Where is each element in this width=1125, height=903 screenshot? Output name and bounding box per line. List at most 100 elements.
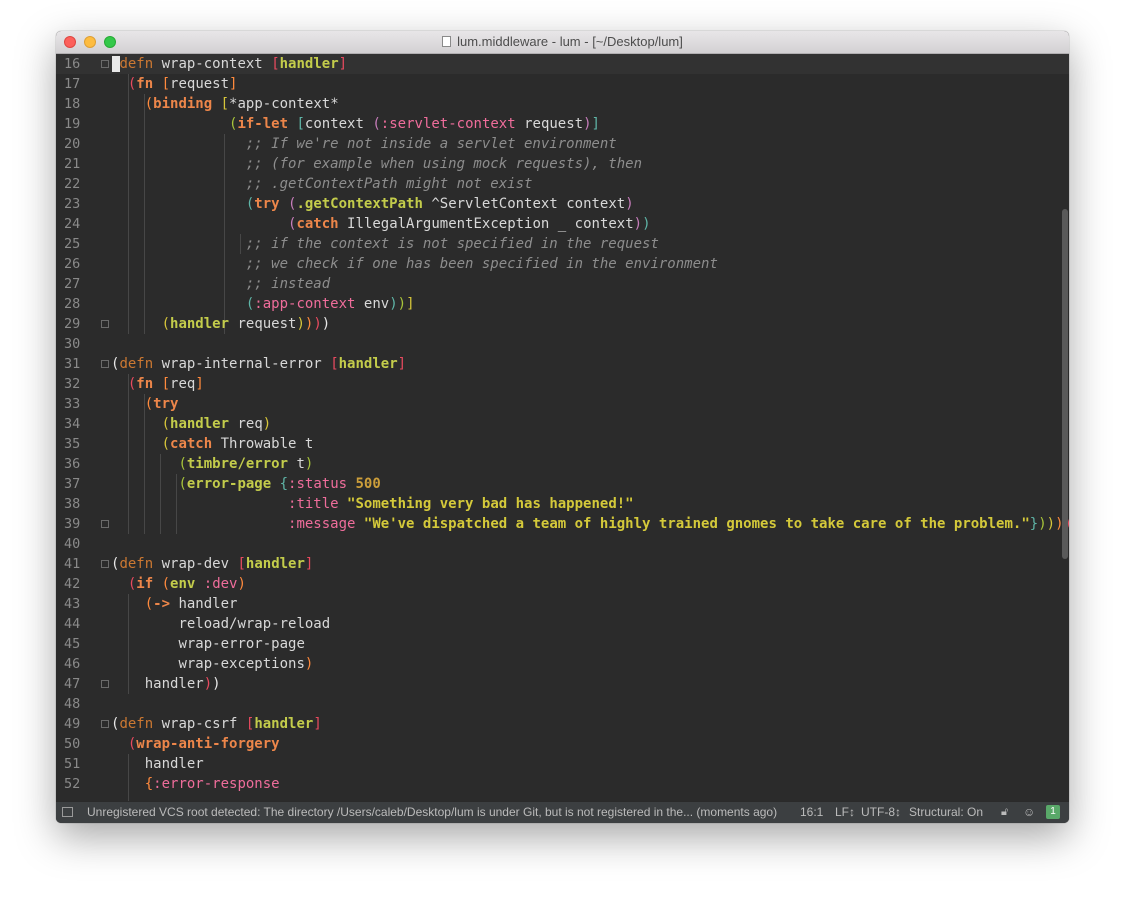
code-line[interactable]: 21 ;; (for example when using mock reque… [56, 154, 1069, 174]
line-number[interactable]: 51 [64, 754, 92, 774]
file-encoding[interactable]: UTF-8↕ [861, 802, 901, 823]
line-number[interactable]: 47 [64, 674, 92, 694]
code-line[interactable]: 46 wrap-exceptions) [56, 654, 1069, 674]
line-number[interactable]: 36 [64, 454, 92, 474]
line-number[interactable]: 32 [64, 374, 92, 394]
code-line[interactable]: 39 :message "We've dispatched a team of … [56, 514, 1069, 534]
code-line[interactable]: 29 (handler request)))) [56, 314, 1069, 334]
line-number[interactable]: 46 [64, 654, 92, 674]
code-line[interactable]: 35 (catch Throwable t [56, 434, 1069, 454]
code-line[interactable]: 25 ;; if the context is not specified in… [56, 234, 1069, 254]
code-text: ;; if the context is not specified in th… [245, 236, 659, 252]
line-number[interactable]: 33 [64, 394, 92, 414]
line-number[interactable]: 30 [64, 334, 92, 354]
lock-icon[interactable]: 🔓︎ [1001, 802, 1008, 823]
line-number[interactable]: 16 [64, 54, 92, 74]
line-number[interactable]: 49 [64, 714, 92, 734]
line-number[interactable]: 20 [64, 134, 92, 154]
fold-marker-icon[interactable] [101, 60, 109, 68]
line-number[interactable]: 40 [64, 534, 92, 554]
fold-marker-icon[interactable] [101, 360, 109, 368]
code-line[interactable]: 36 (timbre/error t) [56, 454, 1069, 474]
line-separator[interactable]: LF↕ [835, 802, 855, 823]
code-line[interactable]: 48 [56, 694, 1069, 714]
code-line[interactable]: 18 (binding [*app-context* [56, 94, 1069, 114]
structural-editing-toggle[interactable]: Structural: On [909, 802, 983, 823]
line-number[interactable]: 27 [64, 274, 92, 294]
code-line[interactable]: 52 {:error-response [56, 774, 1069, 794]
code-line[interactable]: 51 handler [56, 754, 1069, 774]
line-number[interactable]: 31 [64, 354, 92, 374]
line-number[interactable]: 25 [64, 234, 92, 254]
status-bar: Unregistered VCS root detected: The dire… [56, 801, 1069, 823]
code-line[interactable]: 19 (if-let [context (:servlet-context re… [56, 114, 1069, 134]
scrollbar-thumb[interactable] [1062, 209, 1068, 559]
code-line[interactable]: 49 (defn wrap-csrf [handler] [56, 714, 1069, 734]
tool-window-icon[interactable] [62, 807, 73, 817]
line-number[interactable]: 41 [64, 554, 92, 574]
code-text: handler)) [144, 676, 221, 692]
line-number[interactable]: 34 [64, 414, 92, 434]
line-number[interactable]: 37 [64, 474, 92, 494]
line-number[interactable]: 45 [64, 634, 92, 654]
line-number[interactable]: 17 [64, 74, 92, 94]
line-number[interactable]: 29 [64, 314, 92, 334]
code-line[interactable]: 27 ;; instead [56, 274, 1069, 294]
fold-marker-icon[interactable] [101, 680, 109, 688]
code-text: (timbre/error t) [178, 456, 314, 472]
code-line[interactable]: 37 (error-page {:status 500 [56, 474, 1069, 494]
code-line[interactable]: 41 (defn wrap-dev [handler] [56, 554, 1069, 574]
code-line[interactable]: 47 handler)) [56, 674, 1069, 694]
event-log-icon[interactable]: 1 [1046, 805, 1060, 819]
code-line[interactable]: 40 [56, 534, 1069, 554]
line-number[interactable]: 50 [64, 734, 92, 754]
code-line[interactable]: 38 :title "Something very bad has happen… [56, 494, 1069, 514]
code-line[interactable]: 26 ;; we check if one has been specified… [56, 254, 1069, 274]
line-number[interactable]: 48 [64, 694, 92, 714]
code-line[interactable]: 34 (handler req) [56, 414, 1069, 434]
code-line[interactable]: 20 ;; If we're not inside a servlet envi… [56, 134, 1069, 154]
code-text: (defn wrap-dev [handler] [111, 556, 314, 572]
code-line[interactable]: 16 (defn wrap-context [handler] [56, 54, 1069, 74]
code-line[interactable]: 43 (-> handler [56, 594, 1069, 614]
caret-position[interactable]: 16:1 [800, 802, 823, 823]
code-line[interactable]: 22 ;; .getContextPath might not exist [56, 174, 1069, 194]
line-number[interactable]: 44 [64, 614, 92, 634]
code-line[interactable]: 28 (:app-context env))] [56, 294, 1069, 314]
line-number[interactable]: 52 [64, 774, 92, 794]
line-number[interactable]: 18 [64, 94, 92, 114]
line-number[interactable]: 26 [64, 254, 92, 274]
code-editor[interactable]: ✔ 16(defn wrap-context [handler]17 (fn [… [56, 54, 1069, 802]
line-number[interactable]: 19 [64, 114, 92, 134]
line-number[interactable]: 28 [64, 294, 92, 314]
code-text: (fn [request] [127, 76, 238, 92]
code-line[interactable]: 17 (fn [request] [56, 74, 1069, 94]
line-number[interactable]: 43 [64, 594, 92, 614]
code-line[interactable]: 45 wrap-error-page [56, 634, 1069, 654]
editor-scrollbar[interactable] [1061, 54, 1069, 802]
line-number[interactable]: 21 [64, 154, 92, 174]
fold-marker-icon[interactable] [101, 720, 109, 728]
code-text: ;; .getContextPath might not exist [245, 176, 533, 192]
code-line[interactable]: 23 (try (.getContextPath ^ServletContext… [56, 194, 1069, 214]
code-line[interactable]: 31 (defn wrap-internal-error [handler] [56, 354, 1069, 374]
code-line[interactable]: 44 reload/wrap-reload [56, 614, 1069, 634]
code-line[interactable]: 30 [56, 334, 1069, 354]
fold-marker-icon[interactable] [101, 520, 109, 528]
line-number[interactable]: 42 [64, 574, 92, 594]
line-number[interactable]: 39 [64, 514, 92, 534]
code-line[interactable]: 50 (wrap-anti-forgery [56, 734, 1069, 754]
line-number[interactable]: 35 [64, 434, 92, 454]
fold-marker-icon[interactable] [101, 320, 109, 328]
hector-icon[interactable]: ☺︎ [1023, 802, 1035, 823]
code-line[interactable]: 33 (try [56, 394, 1069, 414]
code-line[interactable]: 32 (fn [req] [56, 374, 1069, 394]
code-line[interactable]: 42 (if (env :dev) [56, 574, 1069, 594]
line-number[interactable]: 22 [64, 174, 92, 194]
line-number[interactable]: 23 [64, 194, 92, 214]
line-number[interactable]: 24 [64, 214, 92, 234]
status-message[interactable]: Unregistered VCS root detected: The dire… [87, 802, 777, 823]
line-number[interactable]: 38 [64, 494, 92, 514]
code-line[interactable]: 24 (catch IllegalArgumentException _ con… [56, 214, 1069, 234]
fold-marker-icon[interactable] [101, 560, 109, 568]
